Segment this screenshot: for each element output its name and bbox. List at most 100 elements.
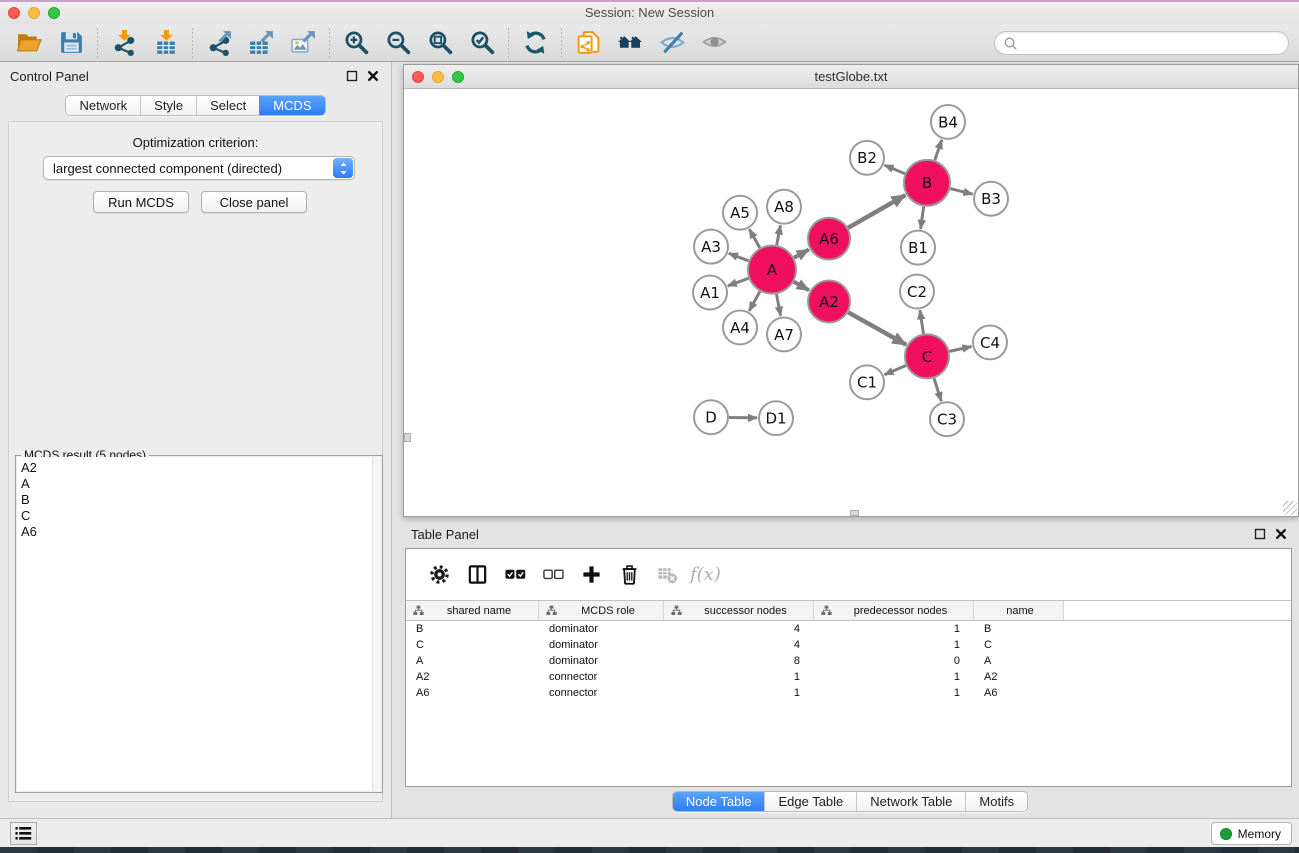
node-D[interactable]: D bbox=[694, 400, 728, 434]
node-C[interactable]: C bbox=[905, 334, 949, 378]
zoom-out-button[interactable] bbox=[377, 26, 419, 60]
network-minimize-button[interactable] bbox=[432, 71, 444, 83]
apply-layout-button[interactable] bbox=[514, 26, 556, 60]
zoom-window-button[interactable] bbox=[48, 7, 60, 19]
column-header-mcds-role[interactable]: MCDS role bbox=[539, 601, 664, 620]
node-B1[interactable]: B1 bbox=[901, 231, 935, 265]
delete-column-button[interactable] bbox=[610, 557, 648, 593]
network-window-titlebar[interactable]: testGlobe.txt bbox=[404, 65, 1298, 89]
tab-node-table[interactable]: Node Table bbox=[673, 792, 765, 811]
result-item[interactable]: A bbox=[17, 476, 381, 492]
home-button[interactable] bbox=[609, 26, 651, 60]
node-B4[interactable]: B4 bbox=[931, 105, 965, 139]
node-C4[interactable]: C4 bbox=[973, 325, 1007, 359]
save-session-button[interactable] bbox=[50, 26, 92, 60]
export-table-button[interactable] bbox=[240, 26, 282, 60]
result-item[interactable]: C bbox=[17, 508, 381, 524]
edge-C-C4[interactable] bbox=[950, 346, 972, 351]
table-row[interactable]: A2connector11A2 bbox=[406, 669, 1291, 685]
duplicate-network-button[interactable] bbox=[567, 26, 609, 60]
edge-A6-B[interactable] bbox=[848, 195, 905, 228]
node-A2[interactable]: A2 bbox=[808, 281, 850, 323]
table-row[interactable]: Bdominator41B bbox=[406, 621, 1291, 637]
node-B2[interactable]: B2 bbox=[850, 141, 884, 175]
task-history-button[interactable] bbox=[10, 822, 37, 845]
network-resize-grip[interactable] bbox=[1283, 501, 1297, 515]
gear-button[interactable] bbox=[420, 557, 458, 593]
edge-A-A3[interactable] bbox=[729, 253, 749, 260]
column-header-predecessor-nodes[interactable]: predecessor nodes bbox=[814, 601, 974, 620]
network-close-button[interactable] bbox=[412, 71, 424, 83]
edge-A-A7[interactable] bbox=[777, 294, 781, 316]
node-A6[interactable]: A6 bbox=[808, 218, 850, 260]
node-A4[interactable]: A4 bbox=[723, 310, 757, 344]
close-panel-icon[interactable] bbox=[367, 70, 379, 82]
open-session-button[interactable] bbox=[8, 26, 50, 60]
edge-A-A4[interactable] bbox=[749, 291, 760, 310]
memory-button[interactable]: Memory bbox=[1211, 822, 1292, 845]
tab-network-table[interactable]: Network Table bbox=[856, 792, 965, 811]
deselect-all-button[interactable] bbox=[534, 557, 572, 593]
network-canvas[interactable]: B4B2BB3A5A8A6A3AB1A1C2A2A4A7CC4C1C3DD1 bbox=[404, 90, 1298, 516]
hide-details-button[interactable] bbox=[651, 26, 693, 60]
column-header-shared-name[interactable]: shared name bbox=[406, 601, 539, 620]
tab-motifs[interactable]: Motifs bbox=[965, 792, 1027, 811]
select-all-button[interactable] bbox=[496, 557, 534, 593]
column-header-name[interactable]: name bbox=[974, 601, 1064, 620]
run-mcds-button[interactable]: Run MCDS bbox=[93, 191, 189, 213]
node-B3[interactable]: B3 bbox=[974, 182, 1008, 216]
show-details-button[interactable] bbox=[693, 26, 735, 60]
result-scrollbar[interactable] bbox=[372, 457, 381, 791]
edge-B-B1[interactable] bbox=[921, 207, 924, 229]
column-header-successor-nodes[interactable]: successor nodes bbox=[664, 601, 814, 620]
edge-C-C2[interactable] bbox=[920, 310, 924, 333]
node-A1[interactable]: A1 bbox=[693, 276, 727, 310]
node-B[interactable]: B bbox=[904, 160, 950, 206]
edge-B-B4[interactable] bbox=[935, 140, 942, 160]
edge-C-C1[interactable] bbox=[884, 365, 906, 374]
node-D1[interactable]: D1 bbox=[759, 401, 793, 435]
minimize-window-button[interactable] bbox=[28, 7, 40, 19]
result-item[interactable]: A2 bbox=[17, 460, 381, 476]
network-zoom-button[interactable] bbox=[452, 71, 464, 83]
import-table-button[interactable] bbox=[145, 26, 187, 60]
criterion-select[interactable]: largest connected component (directed) bbox=[43, 156, 355, 180]
table-row[interactable]: Cdominator41C bbox=[406, 637, 1291, 653]
zoom-selected-button[interactable] bbox=[461, 26, 503, 60]
node-C1[interactable]: C1 bbox=[850, 365, 884, 399]
edge-B-B2[interactable] bbox=[885, 165, 905, 173]
network-resize-handle-bottom[interactable] bbox=[850, 510, 859, 516]
close-panel-button[interactable]: Close panel bbox=[201, 191, 307, 213]
table-row[interactable]: Adominator80A bbox=[406, 653, 1291, 669]
edge-A-A6[interactable] bbox=[794, 250, 809, 258]
tab-network[interactable]: Network bbox=[66, 96, 140, 115]
edge-A-A8[interactable] bbox=[777, 225, 781, 245]
edge-C-C3[interactable] bbox=[934, 378, 941, 401]
node-A5[interactable]: A5 bbox=[723, 196, 757, 230]
close-table-panel-icon[interactable] bbox=[1275, 528, 1287, 540]
search-box[interactable] bbox=[994, 31, 1289, 55]
close-window-button[interactable] bbox=[8, 7, 20, 19]
tab-select[interactable]: Select bbox=[196, 96, 259, 115]
edge-B-B3[interactable] bbox=[950, 189, 972, 195]
zoom-in-button[interactable] bbox=[335, 26, 377, 60]
tab-mcds[interactable]: MCDS bbox=[259, 96, 324, 115]
edge-A-A5[interactable] bbox=[749, 229, 760, 248]
search-input[interactable] bbox=[1018, 33, 1288, 53]
node-C2[interactable]: C2 bbox=[900, 275, 934, 309]
table-row[interactable]: A6connector11A6 bbox=[406, 685, 1291, 701]
edge-A-A2[interactable] bbox=[794, 282, 809, 290]
export-image-button[interactable] bbox=[282, 26, 324, 60]
float-table-panel-icon[interactable] bbox=[1254, 528, 1266, 540]
edge-A2-C[interactable] bbox=[848, 312, 906, 344]
tab-style[interactable]: Style bbox=[140, 96, 196, 115]
node-A[interactable]: A bbox=[748, 246, 796, 294]
result-item[interactable]: B bbox=[17, 492, 381, 508]
node-A3[interactable]: A3 bbox=[694, 230, 728, 264]
zoom-fit-button[interactable] bbox=[419, 26, 461, 60]
edge-A-A1[interactable] bbox=[728, 278, 749, 286]
network-resize-handle-left[interactable] bbox=[404, 433, 411, 442]
result-item[interactable]: A6 bbox=[17, 524, 381, 540]
node-A7[interactable]: A7 bbox=[767, 317, 801, 351]
columns-button[interactable] bbox=[458, 557, 496, 593]
